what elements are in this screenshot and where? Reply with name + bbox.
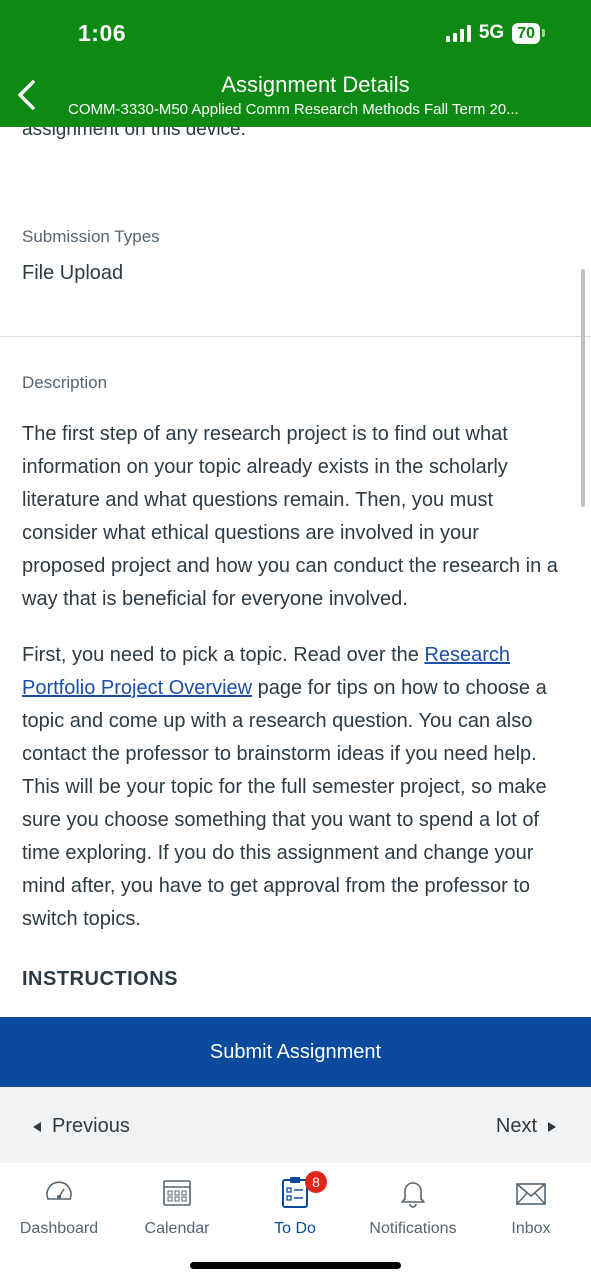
partial-text: assignment on this device.	[22, 127, 246, 140]
instructions-heading: INSTRUCTIONS	[22, 968, 178, 990]
previous-label: Previous	[52, 1115, 130, 1137]
tab-calendar-label: Calendar	[144, 1220, 210, 1237]
tab-notifications-label: Notifications	[369, 1220, 457, 1237]
app-header: 1:06 5G 70 Assignment Details COMM-3330-…	[0, 0, 591, 127]
tab-todo-label: To Do	[274, 1220, 316, 1237]
assignment-pager: Previous Next	[0, 1087, 591, 1163]
next-label: Next	[495, 1115, 537, 1137]
course-subtitle: COMM-3330-M50 Applied Comm Research Meth…	[68, 101, 519, 118]
network-type: 5G	[478, 22, 505, 43]
scrollbar[interactable]	[581, 269, 585, 507]
description-paragraph-2: First, you need to pick a topic. Read ov…	[22, 644, 547, 930]
section-divider	[0, 336, 591, 337]
tab-calendar[interactable]: Calendar	[118, 1171, 236, 1251]
previous-button[interactable]: Previous	[32, 1115, 130, 1138]
submit-assignment-button[interactable]: Submit Assignment	[0, 1017, 591, 1087]
signal-icon	[445, 24, 471, 42]
envelope-icon	[516, 1183, 546, 1205]
description-paragraph-1: The first step of any research project i…	[22, 423, 558, 610]
calendar-icon	[163, 1180, 191, 1206]
tab-notifications[interactable]: Notifications	[354, 1171, 472, 1251]
battery-level: 70	[512, 22, 540, 44]
description-label: Description	[22, 373, 108, 392]
status-time: 1:06	[78, 20, 127, 46]
tab-inbox[interactable]: Inbox	[472, 1171, 590, 1251]
tab-dashboard-label: Dashboard	[19, 1220, 99, 1237]
page-title: Assignment Details	[221, 72, 410, 97]
tab-inbox-label: Inbox	[511, 1220, 551, 1237]
next-button[interactable]: Next	[496, 1115, 557, 1138]
bell-icon	[401, 1182, 425, 1208]
submission-types-value: File Upload	[22, 262, 124, 284]
status-indicators: 5G 70	[445, 22, 545, 44]
submission-types-label: Submission Types	[22, 227, 160, 246]
assignment-content[interactable]: assignment on this device. Submission Ty…	[0, 127, 591, 1017]
triangle-right-icon	[548, 1121, 556, 1132]
todo-badge: 8	[305, 1171, 327, 1193]
triangle-left-icon	[33, 1121, 41, 1132]
tab-todo[interactable]: 8 To Do	[236, 1171, 354, 1251]
tab-dashboard[interactable]: Dashboard	[0, 1171, 118, 1251]
battery-icon: 70	[512, 22, 545, 44]
home-indicator	[190, 1262, 401, 1269]
dashboard-gauge-icon	[46, 1181, 72, 1200]
